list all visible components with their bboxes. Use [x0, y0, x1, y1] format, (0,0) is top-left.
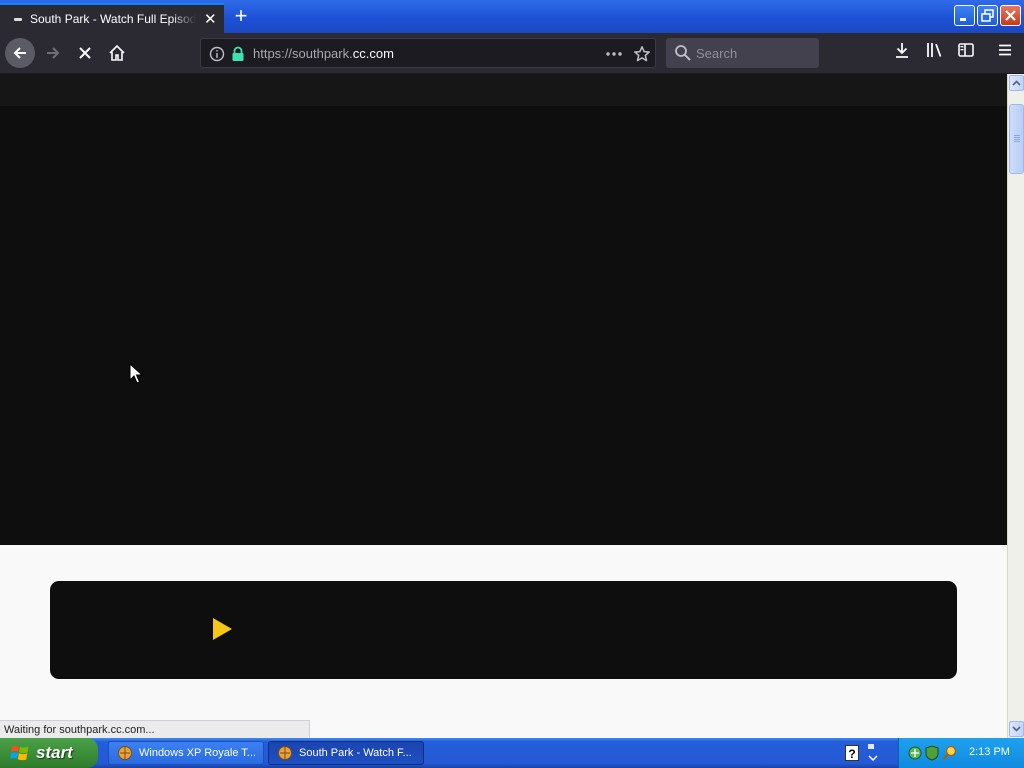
play-icon[interactable] — [211, 617, 233, 641]
navigation-toolbar: https://southpark.cc.com — [0, 33, 1024, 74]
windows-logo-icon — [10, 745, 29, 761]
arrow-up-icon — [1012, 80, 1021, 86]
scroll-down-button[interactable] — [1009, 721, 1024, 737]
browser-window-icon — [118, 746, 132, 760]
clock: 2:13 PM — [969, 746, 1010, 758]
forward-arrow-icon — [47, 47, 60, 59]
arrow-down-icon — [1012, 726, 1021, 732]
taskbar-item-label: Windows XP Royale T... — [139, 747, 256, 759]
new-tab-button[interactable]: + — [229, 5, 253, 29]
restore-icon — [981, 9, 994, 22]
url-bar[interactable]: https://southpark.cc.com — [200, 38, 656, 68]
play-icon-shape — [213, 618, 232, 640]
start-label: start — [36, 743, 73, 762]
browser-window-icon — [278, 746, 292, 760]
tab-south-park[interactable]: South Park - Watch Full Episodes F ✕ — [0, 3, 224, 33]
mouse-cursor-icon — [129, 363, 143, 384]
search-input[interactable] — [696, 42, 814, 64]
scroll-up-button[interactable] — [1009, 75, 1024, 91]
status-panel: Waiting for southpark.cc.com... — [0, 720, 310, 739]
download-icon[interactable] — [893, 41, 911, 59]
security-icon[interactable] — [924, 745, 940, 761]
site-header — [0, 74, 1007, 106]
window-close-button[interactable] — [1000, 5, 1021, 26]
menu-icon[interactable] — [996, 41, 1014, 59]
tab-close-icon[interactable]: ✕ — [204, 12, 217, 27]
taskbar-item-windows-xp-royale[interactable]: Windows XP Royale T... — [108, 741, 264, 765]
search-bar[interactable] — [666, 38, 819, 68]
back-button[interactable] — [5, 38, 35, 68]
bookmark-star-icon[interactable] — [633, 45, 651, 63]
taskbar-item-label: South Park - Watch F... — [299, 747, 412, 759]
page-viewport — [0, 74, 1007, 720]
stop-x-icon — [79, 47, 91, 59]
library-icon[interactable] — [925, 41, 945, 59]
video-player[interactable] — [50, 581, 957, 679]
url-domain: cc.com — [352, 46, 394, 61]
home-button[interactable] — [102, 38, 132, 68]
page-actions-icon[interactable] — [605, 46, 623, 62]
close-icon — [1005, 10, 1016, 21]
network-icon[interactable] — [907, 745, 923, 761]
url-text[interactable]: https://southpark.cc.com — [253, 46, 394, 61]
back-arrow-icon — [13, 47, 26, 59]
window-minimize-button[interactable] — [954, 5, 975, 26]
sidebar-toggle-icon[interactable] — [957, 41, 975, 59]
minimize-icon — [960, 18, 966, 21]
url-prefix: https://southpark. — [253, 46, 353, 61]
search-icon — [675, 45, 691, 61]
system-tray: 2:13 PM — [898, 738, 1024, 768]
scroll-thumb[interactable] — [1009, 104, 1024, 174]
forward-button[interactable] — [38, 38, 68, 68]
window-restore-button[interactable] — [977, 5, 998, 26]
taskbar: start Windows XP Royale T... South Park … — [0, 738, 1024, 768]
svg-text:?: ? — [848, 747, 855, 761]
info-icon[interactable] — [209, 46, 225, 62]
notification-arrow-icon[interactable] — [867, 743, 879, 763]
stop-loading-button[interactable] — [70, 38, 100, 68]
browser-titlebar: South Park - Watch Full Episodes F ✕ + — [0, 0, 1024, 33]
taskbar-item-south-park[interactable]: South Park - Watch F... — [268, 741, 424, 765]
lock-icon[interactable] — [231, 46, 245, 62]
hero-video-area[interactable] — [0, 106, 1007, 545]
help-icon[interactable]: ? — [845, 745, 859, 761]
tab-title: South Park - Watch Full Episodes F — [30, 12, 196, 26]
start-button[interactable]: start — [0, 738, 98, 768]
page-scrollbar[interactable] — [1007, 74, 1024, 738]
home-icon — [109, 44, 125, 61]
search-tray-icon[interactable] — [942, 745, 958, 761]
tab-loading-icon — [14, 17, 22, 21]
